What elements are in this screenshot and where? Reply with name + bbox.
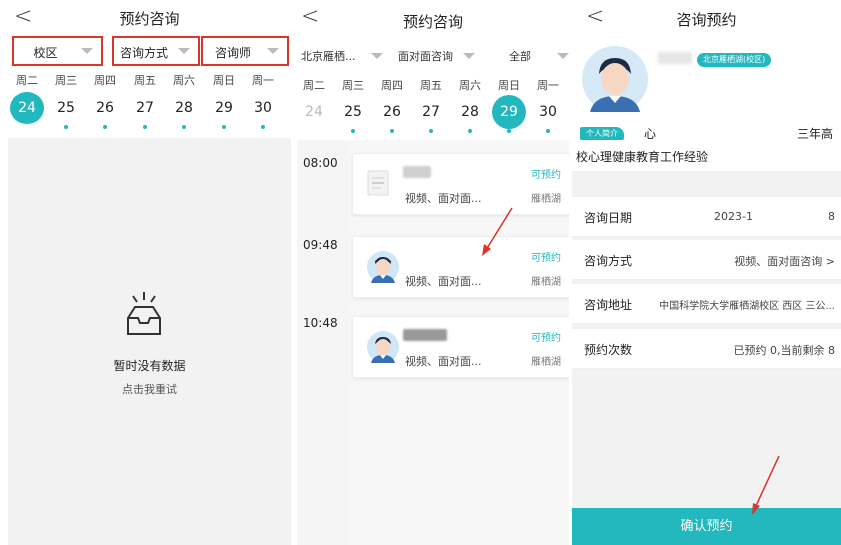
date-cell[interactable]: 30 <box>244 92 282 124</box>
chevron-down-icon <box>81 48 93 54</box>
page-title: 预约咨询 <box>119 10 180 28</box>
availability-dot <box>182 125 186 129</box>
campus-filter[interactable]: 校区 <box>12 36 103 66</box>
weekday-label: 周三 <box>55 74 77 87</box>
availability-dot <box>64 125 68 129</box>
panel-consult-list: < 预约咨询 北京雁栖... 面对面咨询 全部 周二 周三 周四 周五 周六 周… <box>297 0 569 545</box>
counselor-filter-label: 咨询师 <box>214 46 251 60</box>
empty-title: 暂时没有数据 <box>113 359 186 373</box>
weekday-label: 周四 <box>94 74 116 87</box>
availability-dot <box>103 125 107 129</box>
arrow-annotation-icon <box>752 455 780 515</box>
weekday-label: 周一 <box>252 74 274 87</box>
method-filter-label: 咨询方式 <box>119 46 168 60</box>
empty-state[interactable]: 暂时没有数据 点击我重试 <box>8 138 291 545</box>
retry-link[interactable]: 点击我重试 <box>8 381 291 397</box>
date-cell[interactable]: 27 <box>126 92 164 124</box>
arrow-annotation-icon <box>482 207 513 256</box>
empty-inbox-icon <box>127 292 161 335</box>
method-filter[interactable]: 咨询方式 <box>112 36 200 66</box>
date-cell[interactable]: 26 <box>86 92 124 124</box>
availability-dot <box>143 125 147 129</box>
date-cell-selected[interactable]: 24 <box>10 92 44 124</box>
availability-dot <box>261 125 265 129</box>
header: < 预约咨询 <box>8 0 291 38</box>
panel-consult-list-empty: < 预约咨询 校区 咨询方式 咨询师 周二 周三 周四 周五 周六 周日 周一 … <box>8 0 291 545</box>
date-cell[interactable]: 25 <box>47 92 85 124</box>
weekday-label: 周五 <box>134 74 156 87</box>
chevron-down-icon <box>178 48 190 54</box>
weekday-label: 周二 <box>16 74 38 87</box>
panel-booking-confirm: < 咨询预约 北京雁栖湖(校区) 个人简介 心 三年高 校心理健康教育工作经验 … <box>572 0 841 545</box>
date-cell[interactable]: 29 <box>205 92 243 124</box>
weekday-label: 周日 <box>213 74 235 87</box>
availability-dot <box>222 125 226 129</box>
counselor-filter[interactable]: 咨询师 <box>201 36 289 66</box>
campus-filter-label: 校区 <box>33 46 58 60</box>
date-cell[interactable]: 28 <box>165 92 203 124</box>
weekday-label: 周六 <box>173 74 195 87</box>
chevron-down-icon <box>267 48 279 54</box>
